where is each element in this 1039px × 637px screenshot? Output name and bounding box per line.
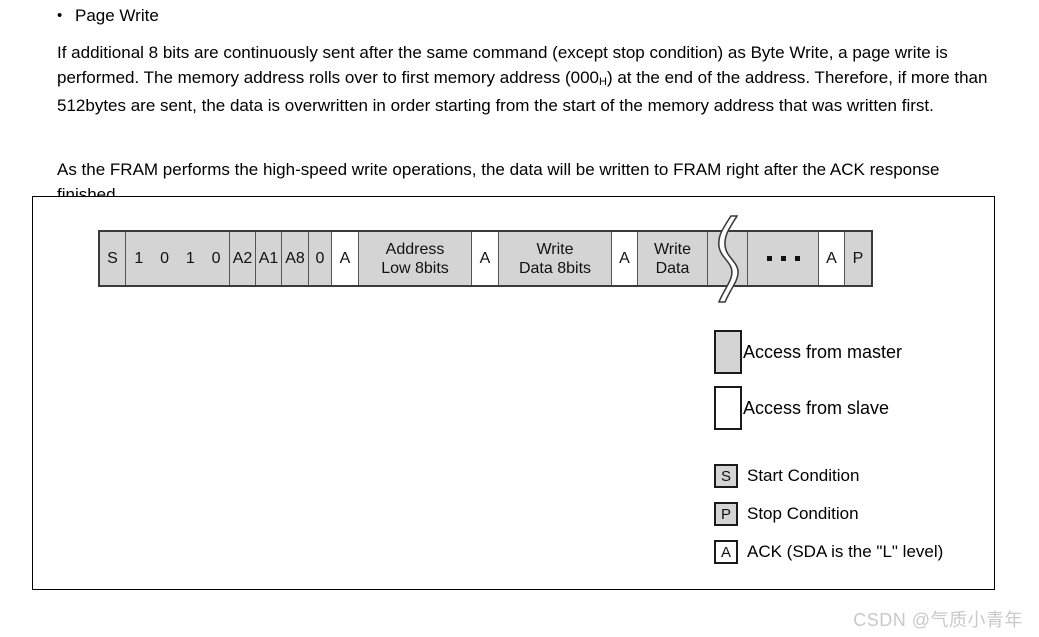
frame-cell-addr-a1-label: A1 [258,250,279,267]
legend-swatch-stop: P [714,502,738,526]
legend-access: Access from master Access from slave [714,330,902,442]
frame-cell-ack-1-label: A [339,250,351,267]
frame-cell-stop: P [845,232,871,285]
legend-item-access-master: Access from master [714,330,902,374]
write-data-8bits-line-1: Write [536,240,574,258]
bullet-icon: • [57,7,63,24]
hex-subscript: H [599,75,607,88]
frame-cell-ack-4-label: A [826,250,837,267]
frame-cell-rw-bit: 0 [309,232,332,285]
write-data-line-1: Write [653,240,692,258]
legend-label-ack: ACK (SDA is the "L" level) [747,542,944,561]
frame-cell-rw-bit-label: 0 [315,250,325,267]
frame-cell-ack-2: A [472,232,499,285]
write-data-8bits-line-2: Data 8bits [518,259,592,277]
device-bit-2: 1 [185,250,195,267]
legend-symbols: S Start Condition P Stop Condition A ACK… [714,464,943,578]
frame-cell-break-gap [708,232,748,285]
address-low-text: Address Low 8bits [375,240,455,278]
write-data-text: Write Data [648,240,697,278]
frame-cell-device-bits: 1 0 1 0 [126,232,230,285]
device-bit-1: 0 [160,250,170,267]
frame-cell-start: S [100,232,126,285]
address-low-line-1: Address [385,240,445,258]
page-title: • Page Write [57,4,159,28]
frame-cell-stop-label: P [852,250,864,267]
frame-cell-ack-2-label: A [479,250,491,267]
frame-cell-addr-a2: A2 [230,232,256,285]
frame-cell-ack-1: A [332,232,359,285]
legend-swatch-ack: A [714,540,738,564]
legend-item-access-slave: Access from slave [714,386,902,430]
legend-item-ack: A ACK (SDA is the "L" level) [714,540,943,564]
device-bit-0: 1 [134,250,144,267]
write-data-line-2: Data [655,259,690,277]
address-low-line-2: Low 8bits [381,259,449,277]
frame-cell-addr-a1: A1 [256,232,282,285]
frame-cell-addr-a8: A8 [282,232,309,285]
frame-cell-address-low: Address Low 8bits [359,232,472,285]
frame-cell-ack-3: A [612,232,638,285]
legend-label-slave: Access from slave [743,398,890,418]
frame-cell-addr-a2-label: A2 [232,250,253,267]
frame-cell-write-data: Write Data [638,232,708,285]
legend-swatch-master [714,330,742,374]
frame-cell-ack-3-label: A [619,250,630,267]
frame-cell-start-label: S [107,250,118,267]
legend-swatch-slave [714,386,742,430]
frame-cell-ellipsis [748,232,819,285]
device-bits-group: 1 0 1 0 [126,249,229,268]
i2c-frame-sequence: S 1 0 1 0 A2 A1 A8 0 A Address Low 8bits… [98,230,873,287]
legend-label-stop: Stop Condition [747,504,859,523]
frame-cell-write-data-8bits: Write Data 8bits [499,232,612,285]
watermark: CSDN @气质小青年 [853,610,1023,630]
write-data-8bits-text: Write Data 8bits [513,240,597,278]
legend-item-start-condition: S Start Condition [714,464,943,488]
frame-cell-addr-a8-label: A8 [285,250,305,267]
device-bit-3: 0 [211,250,221,267]
legend-label-start: Start Condition [747,466,860,485]
legend-swatch-start: S [714,464,738,488]
legend-label-master: Access from master [743,342,903,362]
ellipsis-icon [766,256,800,261]
page-title-label: Page Write [75,6,159,25]
frame-cell-ack-4: A [819,232,845,285]
paragraph-page-write-description: If additional 8 bits are continuously se… [57,41,1001,119]
legend-item-stop-condition: P Stop Condition [714,502,943,526]
